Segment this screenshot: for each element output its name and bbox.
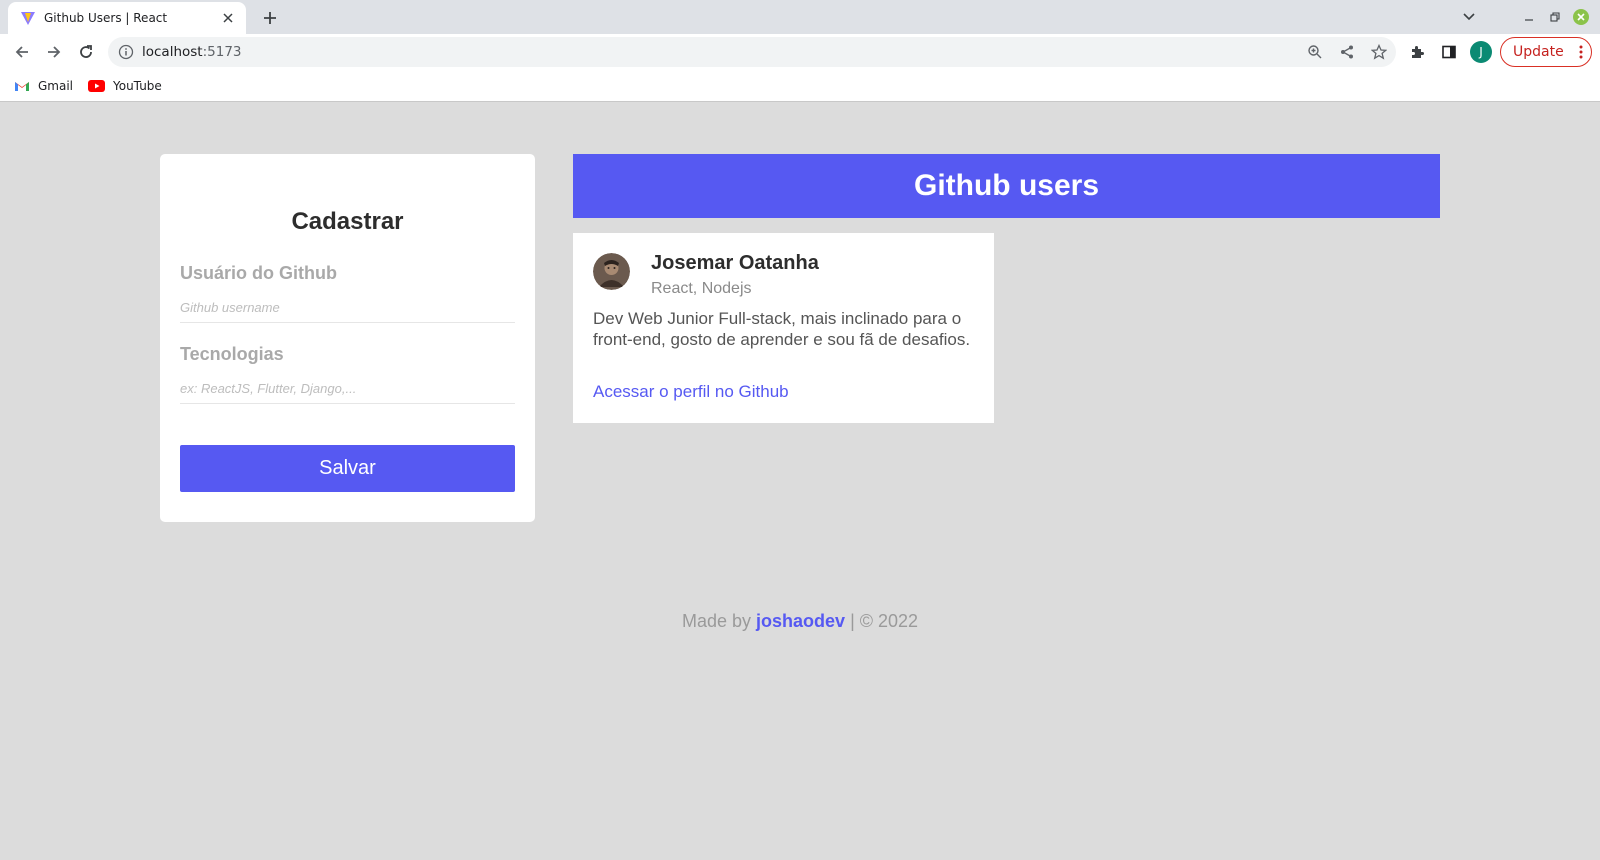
minimize-icon[interactable] bbox=[1520, 6, 1538, 28]
extensions-icon[interactable] bbox=[1405, 40, 1429, 64]
user-technologies: React, Nodejs bbox=[651, 280, 752, 297]
footer: Made by joshaodev | © 2022 bbox=[0, 611, 1600, 632]
zoom-icon[interactable] bbox=[1304, 42, 1326, 62]
close-window-icon[interactable] bbox=[1570, 6, 1592, 28]
user-bio: Dev Web Junior Full-stack, mais inclinad… bbox=[593, 309, 971, 349]
tab-strip: Github Users | React bbox=[0, 0, 1600, 34]
more-vert-icon bbox=[1579, 44, 1583, 64]
gmail-icon bbox=[14, 80, 30, 92]
vite-icon bbox=[20, 10, 36, 26]
bookmark-label: YouTube bbox=[113, 79, 162, 93]
footer-prefix: Made by bbox=[681, 611, 751, 631]
bookmark-star-icon[interactable] bbox=[1368, 42, 1390, 62]
page-title: Github users bbox=[913, 169, 1100, 202]
browser-toolbar: localhost:5173 J Update bbox=[0, 34, 1600, 70]
profile-avatar[interactable]: J bbox=[1470, 41, 1492, 63]
footer-suffix: | © 2022 bbox=[850, 611, 919, 631]
forward-icon[interactable] bbox=[40, 38, 68, 66]
technologies-input[interactable] bbox=[180, 374, 515, 404]
bookmark-gmail[interactable]: Gmail bbox=[14, 76, 73, 96]
bookmark-youtube[interactable]: YouTube bbox=[88, 76, 162, 96]
tab-search-chevron-icon[interactable] bbox=[1458, 6, 1480, 28]
bookmarks-bar: Gmail YouTube bbox=[0, 70, 1600, 102]
new-tab-icon[interactable] bbox=[258, 6, 282, 30]
user-name: Josemar Oatanha bbox=[651, 252, 819, 274]
save-button[interactable]: Salvar bbox=[180, 445, 515, 492]
tab-title: Github Users | React bbox=[44, 11, 168, 25]
site-info-icon[interactable] bbox=[118, 44, 134, 60]
url-text: localhost:5173 bbox=[142, 44, 242, 60]
back-icon[interactable] bbox=[8, 38, 36, 66]
username-input[interactable] bbox=[180, 293, 515, 323]
technologies-label: Tecnologias bbox=[180, 344, 284, 364]
youtube-icon bbox=[88, 80, 105, 92]
avatar bbox=[593, 253, 630, 290]
user-card: Josemar Oatanha React, Nodejs Dev Web Ju… bbox=[573, 233, 994, 423]
register-form: Cadastrar Usuário do Github Tecnologias … bbox=[160, 154, 535, 522]
update-label: Update bbox=[1513, 44, 1564, 60]
address-bar[interactable]: localhost:5173 bbox=[108, 37, 1396, 67]
share-icon[interactable] bbox=[1336, 42, 1358, 62]
restore-icon[interactable] bbox=[1546, 6, 1564, 28]
browser-tab[interactable]: Github Users | React bbox=[8, 2, 246, 34]
side-panel-icon[interactable] bbox=[1437, 40, 1461, 64]
close-tab-icon[interactable] bbox=[220, 10, 236, 26]
users-header: Github users bbox=[573, 154, 1440, 218]
author-link[interactable]: joshaodev bbox=[756, 611, 845, 631]
reload-icon[interactable] bbox=[72, 38, 100, 66]
bookmark-label: Gmail bbox=[38, 79, 74, 93]
username-label: Usuário do Github bbox=[180, 263, 337, 283]
update-button[interactable]: Update bbox=[1500, 37, 1592, 67]
form-title: Cadastrar bbox=[291, 208, 404, 235]
github-profile-link[interactable]: Acessar o perfil no Github bbox=[593, 382, 789, 402]
